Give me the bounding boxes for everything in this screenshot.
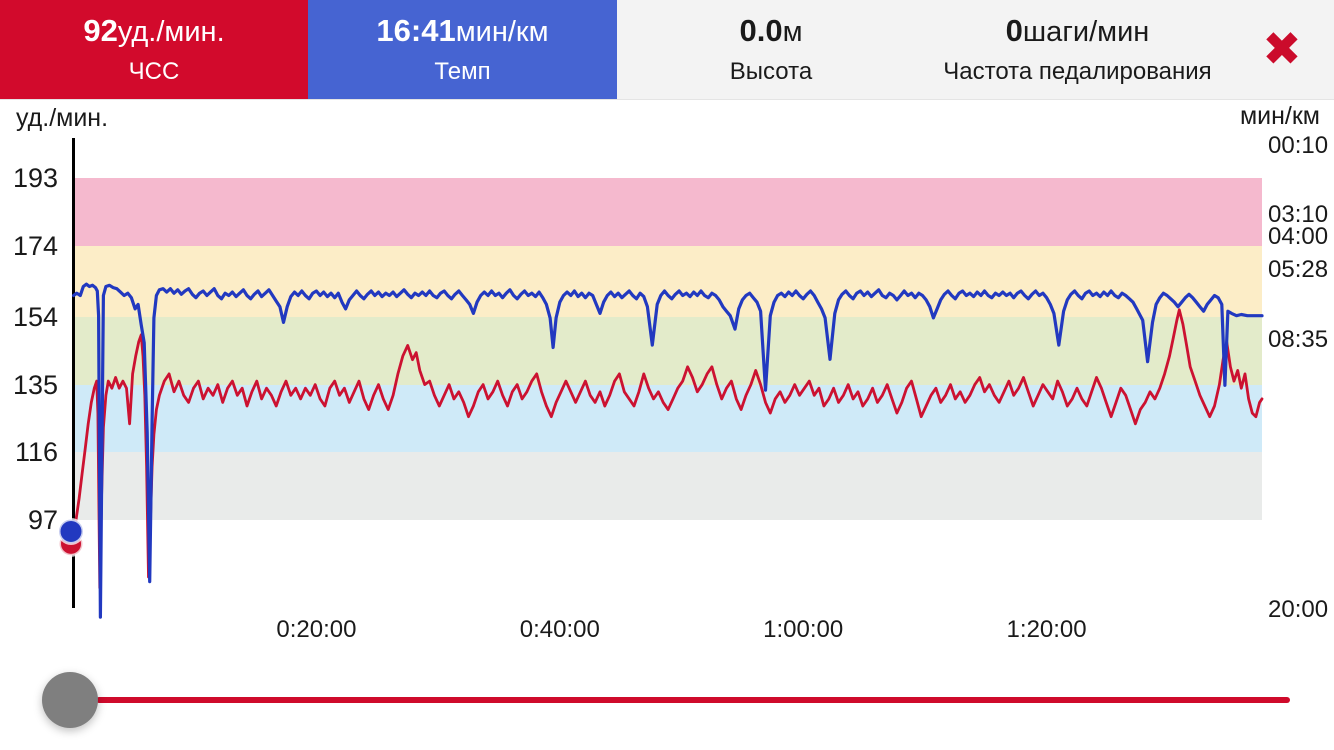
pace-value: 16:41 [376,13,456,48]
cadence-unit: шаги/мин [1022,16,1150,48]
hr-axis-tick: 135 [12,369,58,400]
heart-rate-unit: уд./мин. [117,16,225,48]
altitude-value: 0.0 [739,13,783,48]
pace-position-marker [57,517,85,545]
hr-axis-tick: 154 [12,301,58,332]
hr-axis-tick: 193 [12,163,58,193]
pace-unit: мин/км [455,16,549,48]
tab-cadence[interactable]: 0 шаги/мин Частота педалирования [925,0,1230,99]
pace-axis-tick: 08:35 [1268,326,1329,353]
series-plot [57,282,1264,619]
hr-axis-tick: 174 [12,230,58,261]
activity-chart[interactable]: уд./мин. мин/км 193 174 154 135 116 97 00:10 03… [0,100,1334,660]
heart-rate-value: 92 [83,13,118,48]
time-axis-tick: 0:20:00 [276,616,357,643]
heart-rate-line [71,308,1264,590]
tab-pace[interactable]: 16:41 мин/км Темп [308,0,617,99]
altitude-label: Высота [729,58,813,85]
pace-axis-tick: 04:00 [1268,223,1329,250]
summary-bar: 92 уд./мин. ЧСС 16:41 мин/км Темп 0.0 м Выс… [0,0,1334,100]
pace-label: Темп [434,58,491,85]
cadence-value: 0 [1005,13,1023,48]
tab-altitude[interactable]: 0.0 м Высота [617,0,925,99]
time-axis-tick: 0:40:00 [519,616,600,643]
timeline-scrubber[interactable] [0,650,1334,750]
hr-axis-tick: 116 [14,437,58,468]
scrubber-track[interactable] [96,697,1290,703]
cadence-label: Частота педалирования [943,58,1212,85]
hr-axis-tick: 97 [27,505,58,535]
pace-axis-tick: 00:10 [1268,132,1329,159]
time-axis-tick: 1:20:00 [1006,616,1087,643]
pace-line [71,282,1264,619]
pace-axis-tick: 20:00 [1268,596,1329,623]
altitude-unit: м [782,16,803,48]
tab-heart-rate[interactable]: 92 уд./мин. ЧСС [0,0,308,99]
time-axis-tick: 1:00:00 [763,616,844,643]
heart-rate-label: ЧСС [128,58,180,85]
pace-axis-tick: 05:28 [1268,256,1329,283]
scrubber-handle[interactable] [42,672,98,728]
close-icon[interactable]: ✖ [1262,26,1301,73]
close-cell: ✖ [1230,0,1334,99]
